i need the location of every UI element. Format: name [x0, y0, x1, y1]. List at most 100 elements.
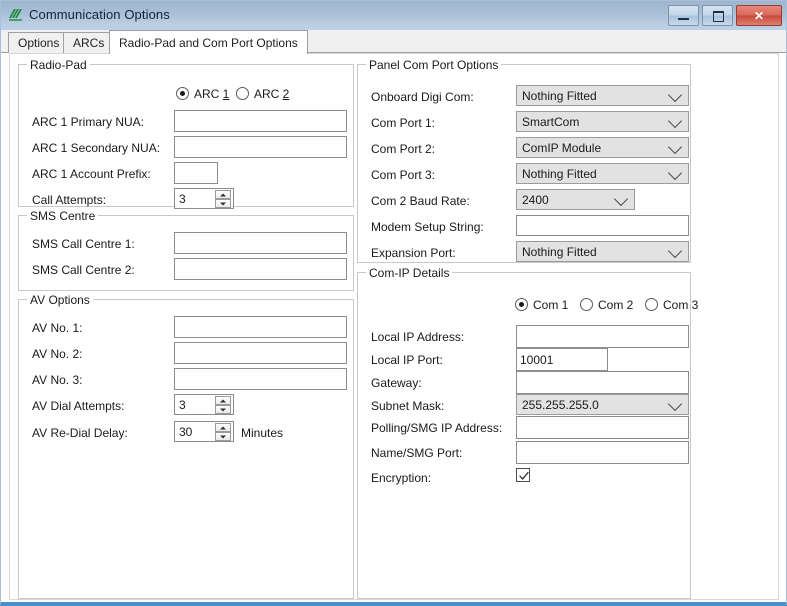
radio-arc-2-label: ARC 2: [254, 87, 290, 101]
spinner-up-icon[interactable]: [215, 396, 231, 405]
radio-com-2-label: Com 2: [598, 298, 634, 312]
label-com-port-3: Com Port 3:: [371, 168, 436, 182]
label-expansion-port: Expansion Port:: [371, 246, 456, 260]
checkbox-encryption[interactable]: [516, 468, 530, 482]
tab-arcs[interactable]: ARCs: [63, 32, 115, 53]
spinner-down-icon[interactable]: [215, 432, 231, 441]
tab-strip: Options ARCs Radio-Pad and Com Port Opti…: [1, 30, 786, 54]
chevron-down-icon: [613, 191, 629, 206]
label-local-ip-address: Local IP Address:: [371, 330, 465, 344]
radio-arc-1-label: ARC 1: [194, 87, 230, 101]
combo-com-port-1[interactable]: SmartCom: [516, 111, 689, 132]
input-arc1-account-prefix[interactable]: [174, 162, 218, 184]
combo-subnet-mask[interactable]: 255.255.255.0: [516, 394, 689, 415]
label-encryption: Encryption:: [371, 471, 432, 485]
combo-com-port-3[interactable]: Nothing Fitted: [516, 163, 689, 184]
label-av-dial-attempts: AV Dial Attempts:: [32, 399, 125, 413]
input-modem-setup-string[interactable]: [516, 215, 689, 236]
label-com-2-baud-rate: Com 2 Baud Rate:: [371, 194, 470, 208]
content-frame: Radio-Pad ARC 1 ARC 2 ARC 1 Primary NUA:…: [9, 53, 779, 600]
label-av-no-3: AV No. 3:: [32, 373, 83, 387]
label-sms-call-centre-1: SMS Call Centre 1:: [32, 237, 135, 251]
combo-expansion-port[interactable]: Nothing Fitted: [516, 241, 689, 262]
spinner-up-icon[interactable]: [215, 423, 231, 432]
radio-com-3[interactable]: Com 3: [645, 298, 698, 312]
minimize-icon: [678, 18, 689, 20]
group-com-ip-details-legend: Com-IP Details: [366, 266, 453, 280]
radio-com-2[interactable]: Com 2: [580, 298, 633, 312]
spinner-av-dial-attempts[interactable]: 3: [174, 394, 234, 415]
combo-com-2-baud-rate[interactable]: 2400: [516, 189, 635, 210]
label-gateway: Gateway:: [371, 376, 422, 390]
label-onboard-digi-com: Onboard Digi Com:: [371, 90, 474, 104]
maximize-button[interactable]: [702, 5, 733, 26]
chevron-down-icon: [667, 139, 683, 154]
group-sms-centre: SMS Centre SMS Call Centre 1: SMS Call C…: [18, 209, 354, 291]
label-subnet-mask: Subnet Mask:: [371, 399, 445, 413]
label-av-no-1: AV No. 1:: [32, 321, 83, 335]
input-arc1-primary-nua[interactable]: [174, 110, 347, 132]
spinner-down-icon[interactable]: [215, 199, 231, 208]
spinner-av-dial-attempts-value: 3: [179, 398, 186, 412]
combo-expansion-port-value: Nothing Fitted: [522, 245, 597, 259]
tab-content-panel: Radio-Pad ARC 1 ARC 2 ARC 1 Primary NUA:…: [1, 53, 786, 602]
spinner-call-attempts[interactable]: 3: [174, 188, 234, 209]
spinner-down-icon[interactable]: [215, 405, 231, 414]
label-call-attempts: Call Attempts:: [32, 193, 107, 207]
combo-onboard-digi-com[interactable]: Nothing Fitted: [516, 85, 689, 106]
minimize-button[interactable]: [668, 5, 699, 26]
combo-com-2-baud-rate-value: 2400: [522, 193, 549, 207]
radio-arc-2[interactable]: ARC 2: [236, 87, 289, 101]
close-button[interactable]: ✕: [736, 5, 782, 26]
input-av-no-3[interactable]: [174, 368, 347, 390]
group-com-ip-details: Com-IP Details Com 1 Com 2 Com 3 Local I…: [357, 266, 698, 599]
radio-com-1[interactable]: Com 1: [515, 298, 568, 312]
chevron-down-icon: [667, 243, 683, 258]
label-polling-smg-ip-address: Polling/SMG IP Address:: [371, 421, 503, 435]
input-name-smg-port[interactable]: [516, 441, 689, 464]
combo-subnet-mask-value: 255.255.255.0: [522, 398, 599, 412]
radio-arc-1-indicator: [176, 87, 189, 100]
label-name-smg-port: Name/SMG Port:: [371, 446, 463, 460]
group-av-options: AV Options AV No. 1: AV No. 2: AV No. 3:…: [18, 293, 354, 599]
spinner-av-redial-delay-buttons: [215, 423, 231, 441]
checkmark-icon: [519, 471, 529, 480]
tab-radio-pad-and-com-port-options[interactable]: Radio-Pad and Com Port Options: [109, 30, 308, 54]
combo-com-port-2-value: ComIP Module: [522, 141, 602, 155]
input-sms-call-centre-2[interactable]: [174, 258, 347, 280]
combo-onboard-digi-com-value: Nothing Fitted: [522, 89, 597, 103]
tab-options[interactable]: Options: [8, 32, 70, 53]
label-com-port-2: Com Port 2:: [371, 142, 436, 156]
label-local-ip-port: Local IP Port:: [371, 353, 443, 367]
close-icon: ✕: [753, 8, 765, 23]
input-arc1-secondary-nua[interactable]: [174, 136, 347, 158]
input-sms-call-centre-1[interactable]: [174, 232, 347, 254]
input-gateway[interactable]: [516, 371, 689, 394]
label-av-redial-delay: AV Re-Dial Delay:: [32, 426, 128, 440]
label-com-port-1: Com Port 1:: [371, 116, 436, 130]
chevron-down-icon: [667, 165, 683, 180]
communication-options-window: Communication Options ✕ Options ARCs Rad…: [0, 0, 787, 606]
radio-com-3-label: Com 3: [663, 298, 699, 312]
title-bar: Communication Options ✕: [1, 1, 786, 31]
radio-com-1-label: Com 1: [533, 298, 569, 312]
label-arc1-secondary-nua: ARC 1 Secondary NUA:: [32, 141, 161, 155]
label-sms-call-centre-2: SMS Call Centre 2:: [32, 263, 135, 277]
input-av-no-2[interactable]: [174, 342, 347, 364]
spinner-call-attempts-value: 3: [179, 192, 186, 206]
spinner-av-dial-attempts-buttons: [215, 396, 231, 414]
input-polling-smg-ip-address[interactable]: [516, 416, 689, 439]
spinner-up-icon[interactable]: [215, 190, 231, 199]
spinner-av-redial-delay[interactable]: 30: [174, 421, 234, 442]
combo-com-port-3-value: Nothing Fitted: [522, 167, 597, 181]
group-sms-centre-legend: SMS Centre: [27, 209, 99, 223]
combo-com-port-2[interactable]: ComIP Module: [516, 137, 689, 158]
label-av-redial-delay-units: Minutes: [241, 426, 284, 440]
input-av-no-1[interactable]: [174, 316, 347, 338]
input-local-ip-port[interactable]: [516, 348, 608, 371]
input-local-ip-address[interactable]: [516, 325, 689, 348]
radio-arc-1[interactable]: ARC 1: [176, 87, 229, 101]
chevron-down-icon: [667, 87, 683, 102]
group-panel-com-port-options-legend: Panel Com Port Options: [366, 58, 502, 72]
label-arc1-account-prefix: ARC 1 Account Prefix:: [32, 167, 151, 181]
